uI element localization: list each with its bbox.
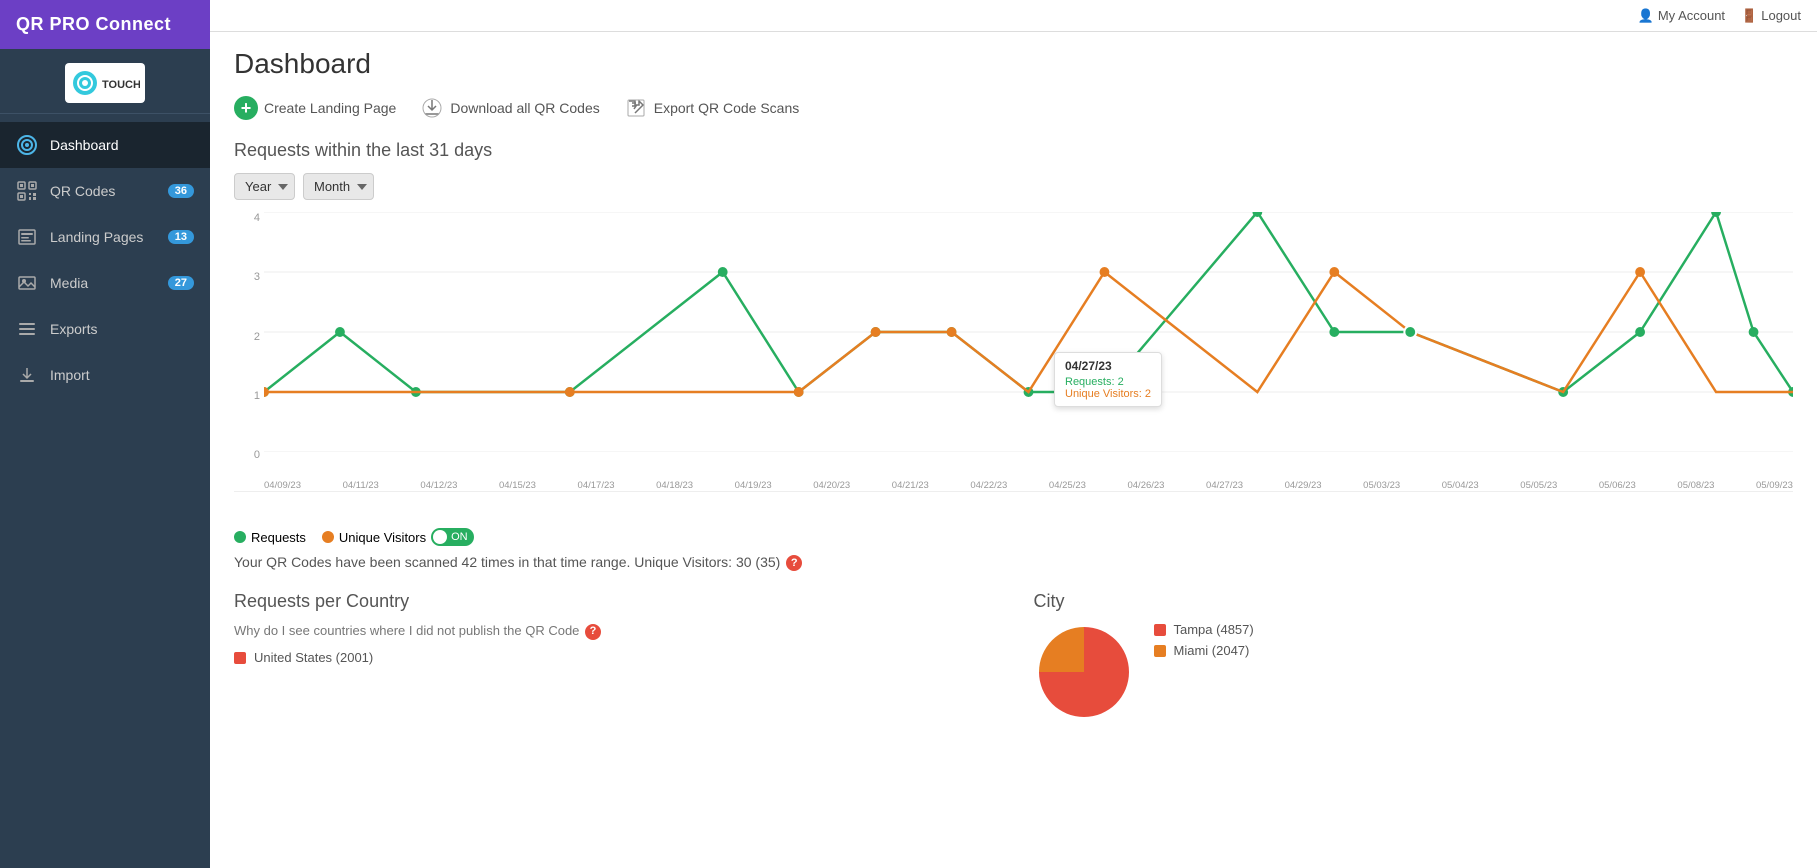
scan-summary: Your QR Codes have been scanned 42 times… [234,554,1793,571]
miami-dot [1154,645,1166,657]
toggle-circle [433,530,447,544]
visitors-dot [322,531,334,543]
filter-row: Year Month [234,173,1793,200]
topbar: 👤 My Account 🚪 Logout [210,0,1817,32]
chart-container: 4 3 2 1 0 [234,212,1793,492]
city-item-tampa: Tampa (4857) [1154,622,1254,637]
city-pie-chart [1034,622,1134,722]
sidebar-item-exports-label: Exports [50,321,194,337]
country-item: United States (2001) [234,650,994,665]
city-chart-area: Tampa (4857) Miami (2047) [1034,622,1794,722]
logout-link[interactable]: 🚪 Logout [1741,8,1801,24]
city-section: City Tampa (4857) Miami (2047) [1034,591,1794,722]
sidebar-item-dashboard-label: Dashboard [50,137,194,153]
sidebar-item-landing-pages[interactable]: Landing Pages 13 [0,214,210,260]
logo-image: TOUCHLESS [65,63,145,103]
download-icon [420,96,444,120]
visitors-legend-label: Unique Visitors [339,530,426,545]
sidebar-item-import-label: Import [50,367,194,383]
country-help-icon[interactable]: ? [585,624,601,640]
dashboard-icon [16,134,38,156]
visitors-toggle[interactable]: ON [431,528,474,546]
create-landing-page-button[interactable]: + Create Landing Page [234,96,396,120]
page-title: Dashboard [234,48,1793,80]
sidebar-item-media-label: Media [50,275,156,291]
media-icon [16,272,38,294]
create-landing-page-label: Create Landing Page [264,100,396,116]
month-filter[interactable]: Month [303,173,374,200]
toolbar: + Create Landing Page Download all QR Co… [234,96,1793,120]
requests-dot [234,531,246,543]
qr-codes-badge: 36 [168,184,194,198]
app-title: QR PRO Connect [0,0,210,49]
sidebar: QR PRO Connect TOUCHLESS Dashboard [0,0,210,868]
tampa-dot [1154,624,1166,636]
export-qr-scans-button[interactable]: Export QR Code Scans [624,96,800,120]
country-dot [234,652,246,664]
import-icon [16,364,38,386]
country-subtext: Why do I see countries where I did not p… [234,622,994,640]
requests-legend-label: Requests [251,530,306,545]
chart-legend: Requests Unique Visitors ON [234,528,1793,546]
city-list: Tampa (4857) Miami (2047) [1154,622,1254,664]
summary-help-icon[interactable]: ? [786,555,802,571]
media-badge: 27 [168,276,194,290]
sidebar-logo: TOUCHLESS [0,49,210,114]
country-label: United States (2001) [254,650,373,665]
main-content: Dashboard + Create Landing Page Download… [210,32,1817,868]
my-account-link[interactable]: 👤 My Account [1638,8,1725,24]
landing-icon [16,226,38,248]
legend-requests: Requests [234,530,306,545]
sidebar-item-exports[interactable]: Exports [0,306,210,352]
city-section-heading: City [1034,591,1794,612]
logout-label: Logout [1761,8,1801,23]
miami-label: Miami (2047) [1174,643,1250,658]
sidebar-item-import[interactable]: Import [0,352,210,398]
sidebar-item-qr-codes-label: QR Codes [50,183,156,199]
country-section: Requests per Country Why do I see countr… [234,591,994,722]
download-qr-codes-label: Download all QR Codes [450,100,599,116]
requests-chart [264,212,1793,452]
sidebar-item-media[interactable]: Media 27 [0,260,210,306]
export-qr-scans-label: Export QR Code Scans [654,100,800,116]
sidebar-item-dashboard[interactable]: Dashboard [0,122,210,168]
exports-icon [16,318,38,340]
create-icon: + [234,96,258,120]
bottom-sections: Requests per Country Why do I see countr… [234,591,1793,722]
city-item-miami: Miami (2047) [1154,643,1254,658]
user-icon: 👤 [1638,8,1654,24]
tampa-label: Tampa (4857) [1174,622,1254,637]
my-account-label: My Account [1658,8,1725,23]
chart-section-title: Requests within the last 31 days [234,140,1793,161]
country-section-heading: Requests per Country [234,591,994,612]
svg-text:TOUCHLESS: TOUCHLESS [102,79,140,91]
toggle-label: ON [451,531,468,543]
year-filter[interactable]: Year [234,173,295,200]
qr-icon [16,180,38,202]
logout-icon: 🚪 [1741,8,1757,24]
sidebar-item-qr-codes[interactable]: QR Codes 36 [0,168,210,214]
sidebar-item-landing-pages-label: Landing Pages [50,229,156,245]
export-icon [624,96,648,120]
legend-visitors: Unique Visitors ON [322,528,474,546]
download-qr-codes-button[interactable]: Download all QR Codes [420,96,599,120]
landing-pages-badge: 13 [168,230,194,244]
sidebar-nav: Dashboard QR Codes 36 [0,122,210,398]
